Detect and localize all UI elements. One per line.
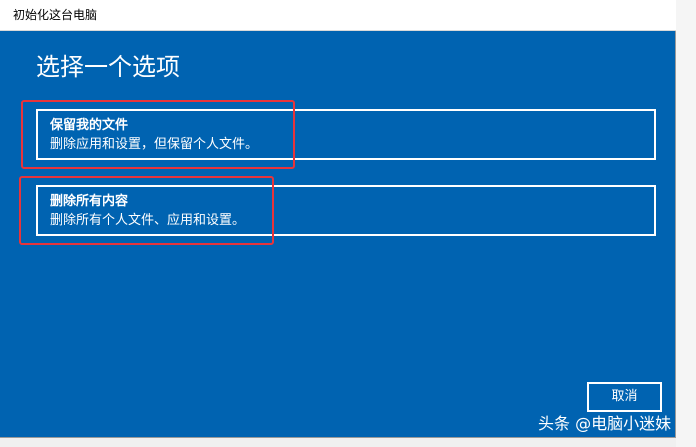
reset-pc-dialog: 初始化这台电脑 选择一个选项 保留我的文件 删除应用和设置，但保留个人文件。 删… <box>0 0 676 438</box>
annotation-highlight-box <box>19 176 274 245</box>
title-bar: 初始化这台电脑 <box>0 0 676 31</box>
watermark-text: 头条 @电脑小迷妹 <box>538 414 672 433</box>
page-title: 选择一个选项 <box>36 53 180 81</box>
side-strip <box>676 0 696 447</box>
annotation-highlight-box <box>21 100 295 169</box>
cancel-button[interactable]: 取消 <box>587 382 662 412</box>
window-title: 初始化这台电脑 <box>13 8 98 22</box>
